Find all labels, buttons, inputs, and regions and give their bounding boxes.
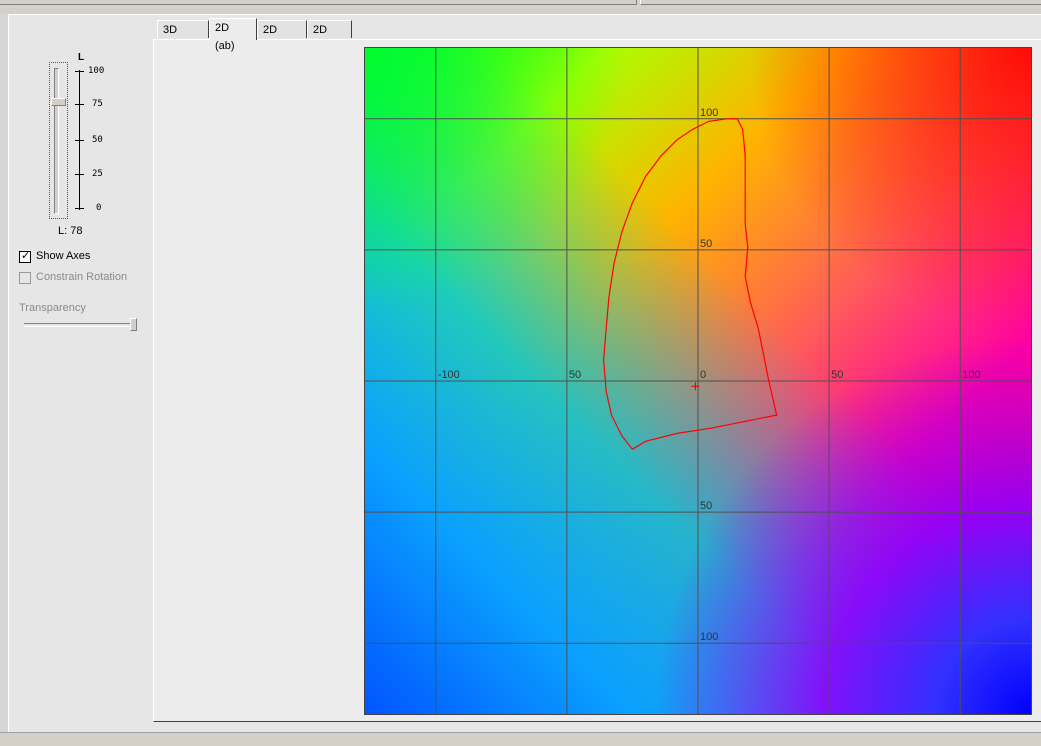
y-tick-label: 50 (700, 500, 712, 512)
x-tick-label: 0 (700, 369, 706, 381)
top-bar-segment (0, 0, 637, 5)
top-bar-segment (640, 0, 1041, 5)
lightness-tick (75, 208, 84, 209)
top-bar (0, 0, 1041, 14)
lightness-value: L: 78 (58, 225, 83, 237)
tab-2d-ab[interactable]: 2D (ab) (209, 18, 257, 52)
y-tick-label: 100 (700, 631, 718, 643)
show-axes-label[interactable]: Show Axes (36, 250, 90, 262)
lightness-tick-label: 100 (88, 66, 105, 76)
show-axes-checkbox[interactable]: ✓ (19, 250, 31, 263)
lightness-tick (75, 104, 84, 105)
lightness-tick (75, 71, 84, 72)
x-tick-label: 50 (831, 369, 843, 381)
plot-svg: -100 50 0 50 100 100 50 50 100 (365, 48, 1031, 714)
tab-2d-xy[interactable]: 2D (xy) (307, 20, 352, 54)
checkmark-icon: ✓ (21, 250, 31, 262)
constrain-rotation-checkbox[interactable] (19, 272, 31, 284)
transparency-label: Transparency (19, 302, 86, 314)
y-tick-label: 100 (700, 107, 718, 119)
lightness-tick (75, 140, 84, 141)
lightness-slider-track[interactable] (54, 68, 59, 214)
y-tick-label: 50 (700, 238, 712, 250)
x-tick-label: 100 (962, 369, 980, 381)
tab-2d-uv[interactable]: 2D (u'v') (257, 20, 307, 54)
constrain-rotation-label[interactable]: Constrain Rotation (36, 271, 127, 283)
transparency-slider-thumb[interactable] (130, 318, 137, 331)
lightness-tick-label: 0 (96, 203, 102, 213)
x-tick-label: 50 (569, 369, 581, 381)
bottom-bar (0, 732, 1041, 746)
lightness-header: L (78, 52, 85, 63)
tab-3d-lab[interactable]: 3D (Lab) (157, 20, 209, 54)
gamut-outline (602, 118, 778, 450)
transparency-slider-track[interactable] (24, 323, 136, 327)
lightness-tick-label: 25 (92, 169, 103, 179)
lightness-tick-label: 75 (92, 99, 103, 109)
ab-color-plot[interactable]: -100 50 0 50 100 100 50 50 100 (364, 47, 1032, 715)
x-tick-label: -100 (438, 369, 460, 381)
lightness-tick-label: 50 (92, 135, 103, 145)
lightness-slider-thumb[interactable] (51, 98, 66, 107)
lightness-tick (75, 174, 84, 175)
